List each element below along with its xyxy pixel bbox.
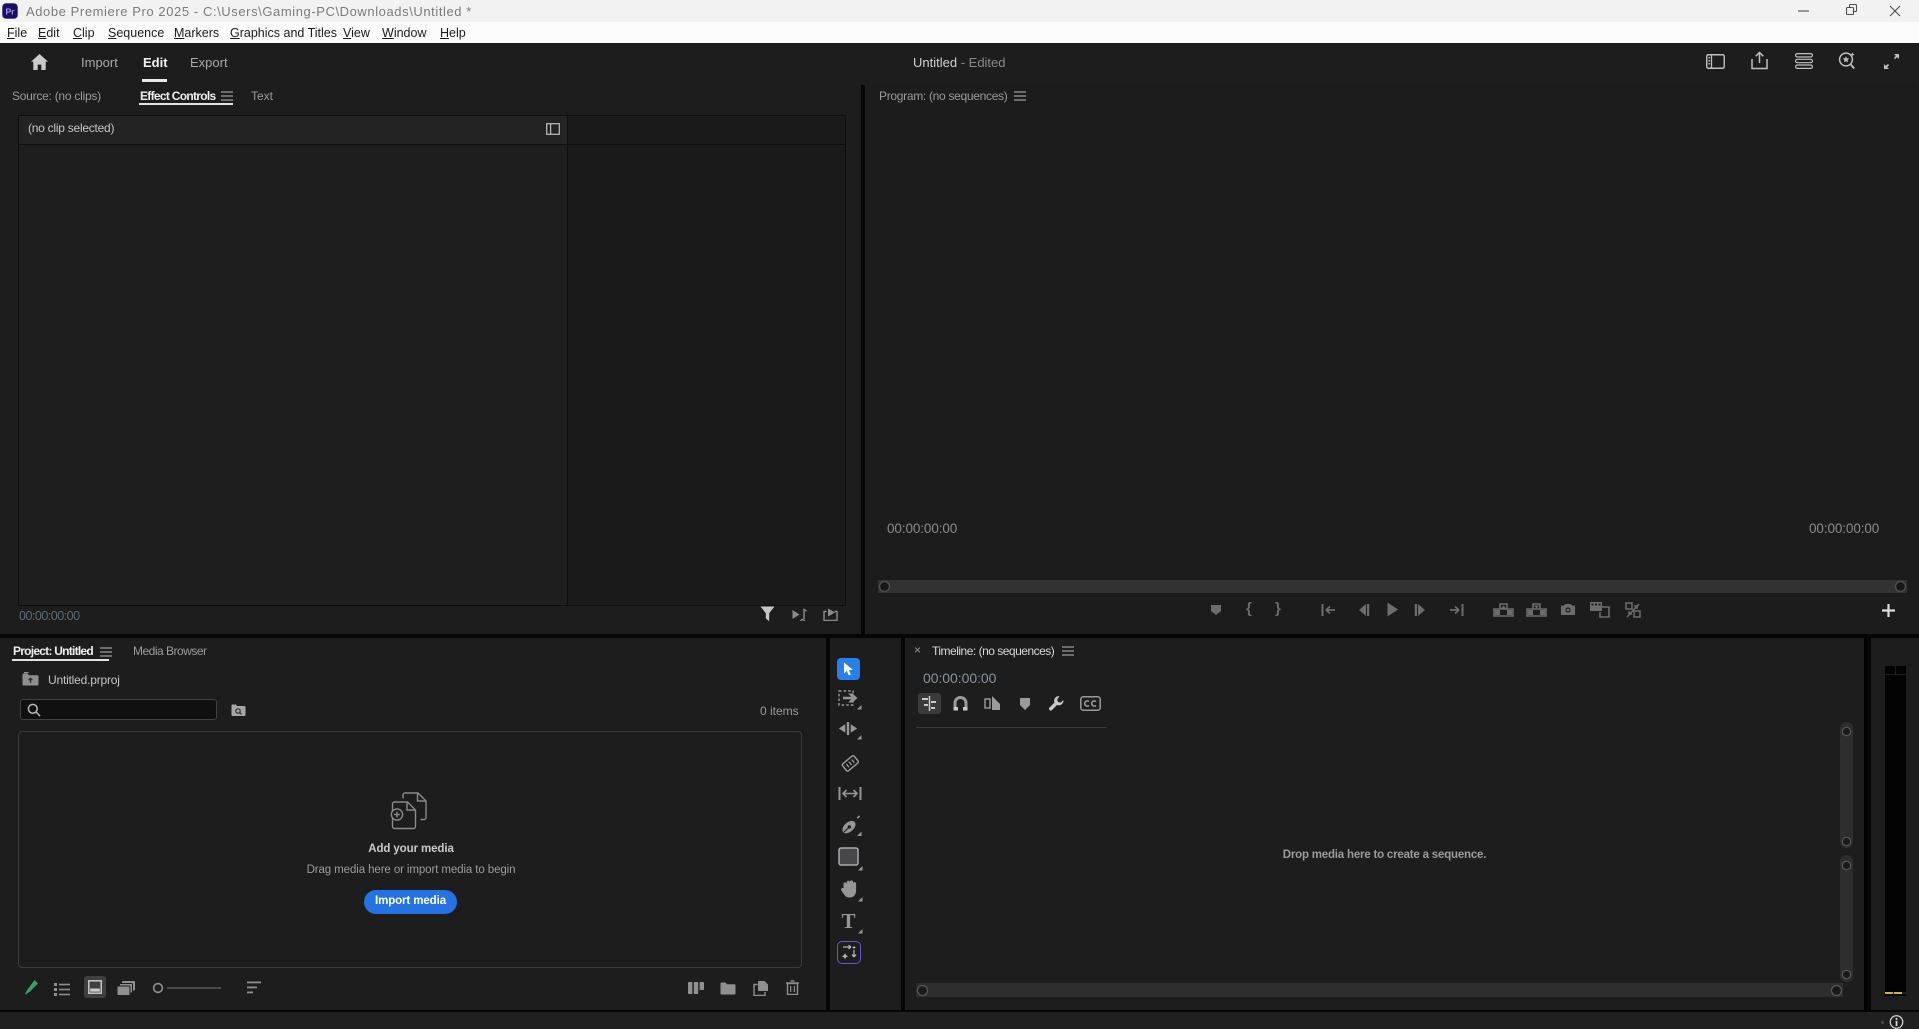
- svg-text:Pr: Pr: [5, 7, 15, 17]
- svg-text:T: T: [841, 911, 855, 933]
